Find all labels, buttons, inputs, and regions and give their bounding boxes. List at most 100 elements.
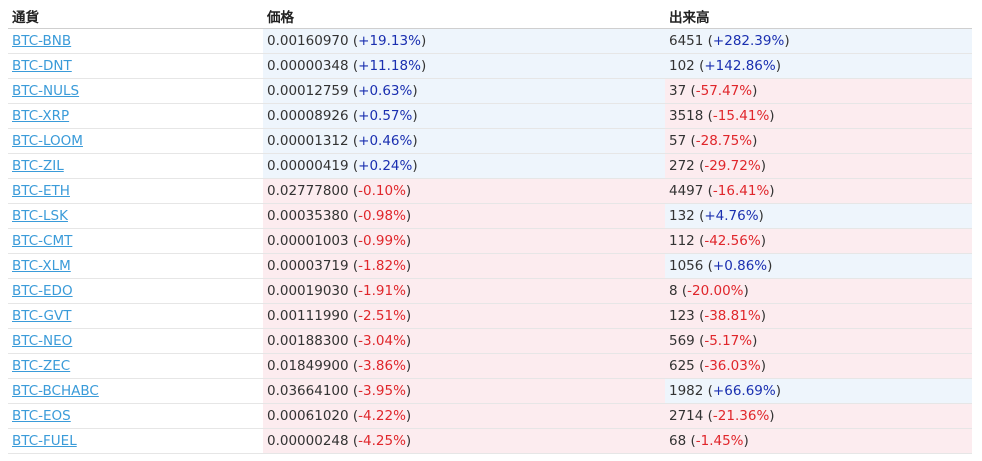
price-change-wrap: (+0.24%) [348,158,418,174]
volume-value: 2714 [669,408,704,424]
table-header-row: 通貨 価格 出来高 [8,4,972,29]
price-change: +0.46% [358,133,413,149]
volume-value: 1056 [669,258,704,274]
price-change-wrap: (-0.99%) [348,233,412,249]
table-body: BTC-BNB 0.00160970 (+19.13%) 6451 (+282.39… [8,28,972,454]
currency-link[interactable]: BTC-NEO [12,333,72,349]
column-header-price: 価格 [263,4,665,29]
currency-link[interactable]: BTC-DNT [12,58,72,74]
volume-change: -20.00% [687,283,744,299]
price-change-wrap: (+0.57%) [348,108,418,124]
currency-link[interactable]: BTC-GVT [12,308,71,324]
currency-link[interactable]: BTC-XLM [12,258,71,274]
price-value: 0.00061020 [267,408,349,424]
currency-link[interactable]: BTC-ZIL [12,158,64,174]
table-row: BTC-BCHABC 0.03664100 (-3.95%) 1982 (+66.6… [8,378,972,404]
currency-link[interactable]: BTC-ETH [12,183,70,199]
price-value: 0.00001003 [267,233,349,249]
volume-value: 1982 [669,383,704,399]
price-value: 0.00111990 [267,308,349,324]
currency-link[interactable]: BTC-EOS [12,408,71,424]
price-change-wrap: (-2.51%) [348,308,412,324]
volume-change-wrap: (+142.86%) [694,58,782,74]
price-cell: 0.00061020 (-4.22%) [263,403,665,429]
price-cell: 0.00019030 (-1.91%) [263,278,665,304]
volume-change: -36.03% [704,358,761,374]
price-change: +0.63% [358,83,413,99]
volume-value: 112 [669,233,695,249]
price-change-wrap: (-3.86%) [348,358,412,374]
price-value: 0.02777800 [267,183,349,199]
volume-change: -5.17% [704,333,753,349]
currency-link[interactable]: BTC-CMT [12,233,72,249]
price-value: 0.00000248 [267,433,349,449]
price-change: -3.95% [358,383,406,399]
price-change-wrap: (-0.98%) [348,208,412,224]
currency-cell: BTC-ZIL [8,153,263,179]
volume-change-wrap: (-28.75%) [686,133,758,149]
volume-cell: 2714 (-21.36%) [665,403,972,429]
price-cell: 0.00188300 (-3.04%) [263,328,665,354]
currency-cell: BTC-BCHABC [8,378,263,404]
price-change-wrap: (-1.82%) [348,258,412,274]
volume-cell: 569 (-5.17%) [665,328,972,354]
volume-value: 569 [669,333,695,349]
currency-link[interactable]: BTC-XRP [12,108,69,124]
currency-link[interactable]: BTC-EDO [12,283,73,299]
table-row: BTC-EDO 0.00019030 (-1.91%) 8 (-20.00%) [8,278,972,304]
price-cell: 0.01849900 (-3.86%) [263,353,665,379]
price-value: 0.00000419 [267,158,349,174]
table-row: BTC-BNB 0.00160970 (+19.13%) 6451 (+282.39… [8,28,972,54]
volume-change-wrap: (-36.03%) [694,358,766,374]
volume-value: 132 [669,208,695,224]
price-change: -3.04% [358,333,406,349]
price-value: 0.00008926 [267,108,349,124]
currency-link[interactable]: BTC-BNB [12,33,71,49]
price-value: 0.03664100 [267,383,349,399]
volume-change: +4.76% [704,208,759,224]
price-value: 0.00035380 [267,208,349,224]
volume-change-wrap: (-15.41%) [703,108,775,124]
price-value: 0.00001312 [267,133,349,149]
price-change-wrap: (-3.95%) [348,383,412,399]
volume-change: -1.45% [695,433,744,449]
price-cell: 0.03664100 (-3.95%) [263,378,665,404]
currency-cell: BTC-FUEL [8,428,263,454]
price-value: 0.00188300 [267,333,349,349]
volume-change-wrap: (-57.47%) [686,83,758,99]
volume-change: -28.75% [695,133,753,149]
price-change: +11.18% [358,58,421,74]
currency-link[interactable]: BTC-NULS [12,83,79,99]
volume-change: -16.41% [712,183,770,199]
price-change: -0.98% [358,208,406,224]
currency-link[interactable]: BTC-ZEC [12,358,70,374]
price-change-wrap: (-4.25%) [348,433,412,449]
table-row: BTC-XLM 0.00003719 (-1.82%) 1056 (+0.86%) [8,253,972,279]
volume-change-wrap: (-5.17%) [694,333,758,349]
price-value: 0.00003719 [267,258,349,274]
currency-link[interactable]: BTC-BCHABC [12,383,99,399]
price-cell: 0.00000248 (-4.25%) [263,428,665,454]
volume-change: -57.47% [695,83,753,99]
volume-value: 68 [669,433,687,449]
table-row: BTC-ZIL 0.00000419 (+0.24%) 272 (-29.72%) [8,153,972,179]
currency-link[interactable]: BTC-LOOM [12,133,83,149]
price-change: -0.10% [358,183,406,199]
currency-cell: BTC-GVT [8,303,263,329]
currency-link[interactable]: BTC-FUEL [12,433,77,449]
volume-change-wrap: (-21.36%) [703,408,775,424]
price-change: -2.51% [358,308,406,324]
price-cell: 0.00000419 (+0.24%) [263,153,665,179]
currency-link[interactable]: BTC-LSK [12,208,68,224]
column-header-volume: 出来高 [665,4,972,29]
table-row: BTC-NULS 0.00012759 (+0.63%) 37 (-57.47%) [8,78,972,104]
volume-change-wrap: (-38.81%) [694,308,766,324]
currency-cell: BTC-ETH [8,178,263,204]
volume-change: +66.69% [712,383,776,399]
price-cell: 0.02777800 (-0.10%) [263,178,665,204]
volume-value: 3518 [669,108,704,124]
price-change-wrap: (-3.04%) [348,333,412,349]
price-value: 0.01849900 [267,358,349,374]
volume-change-wrap: (-1.45%) [686,433,749,449]
price-change-wrap: (+0.63%) [348,83,418,99]
